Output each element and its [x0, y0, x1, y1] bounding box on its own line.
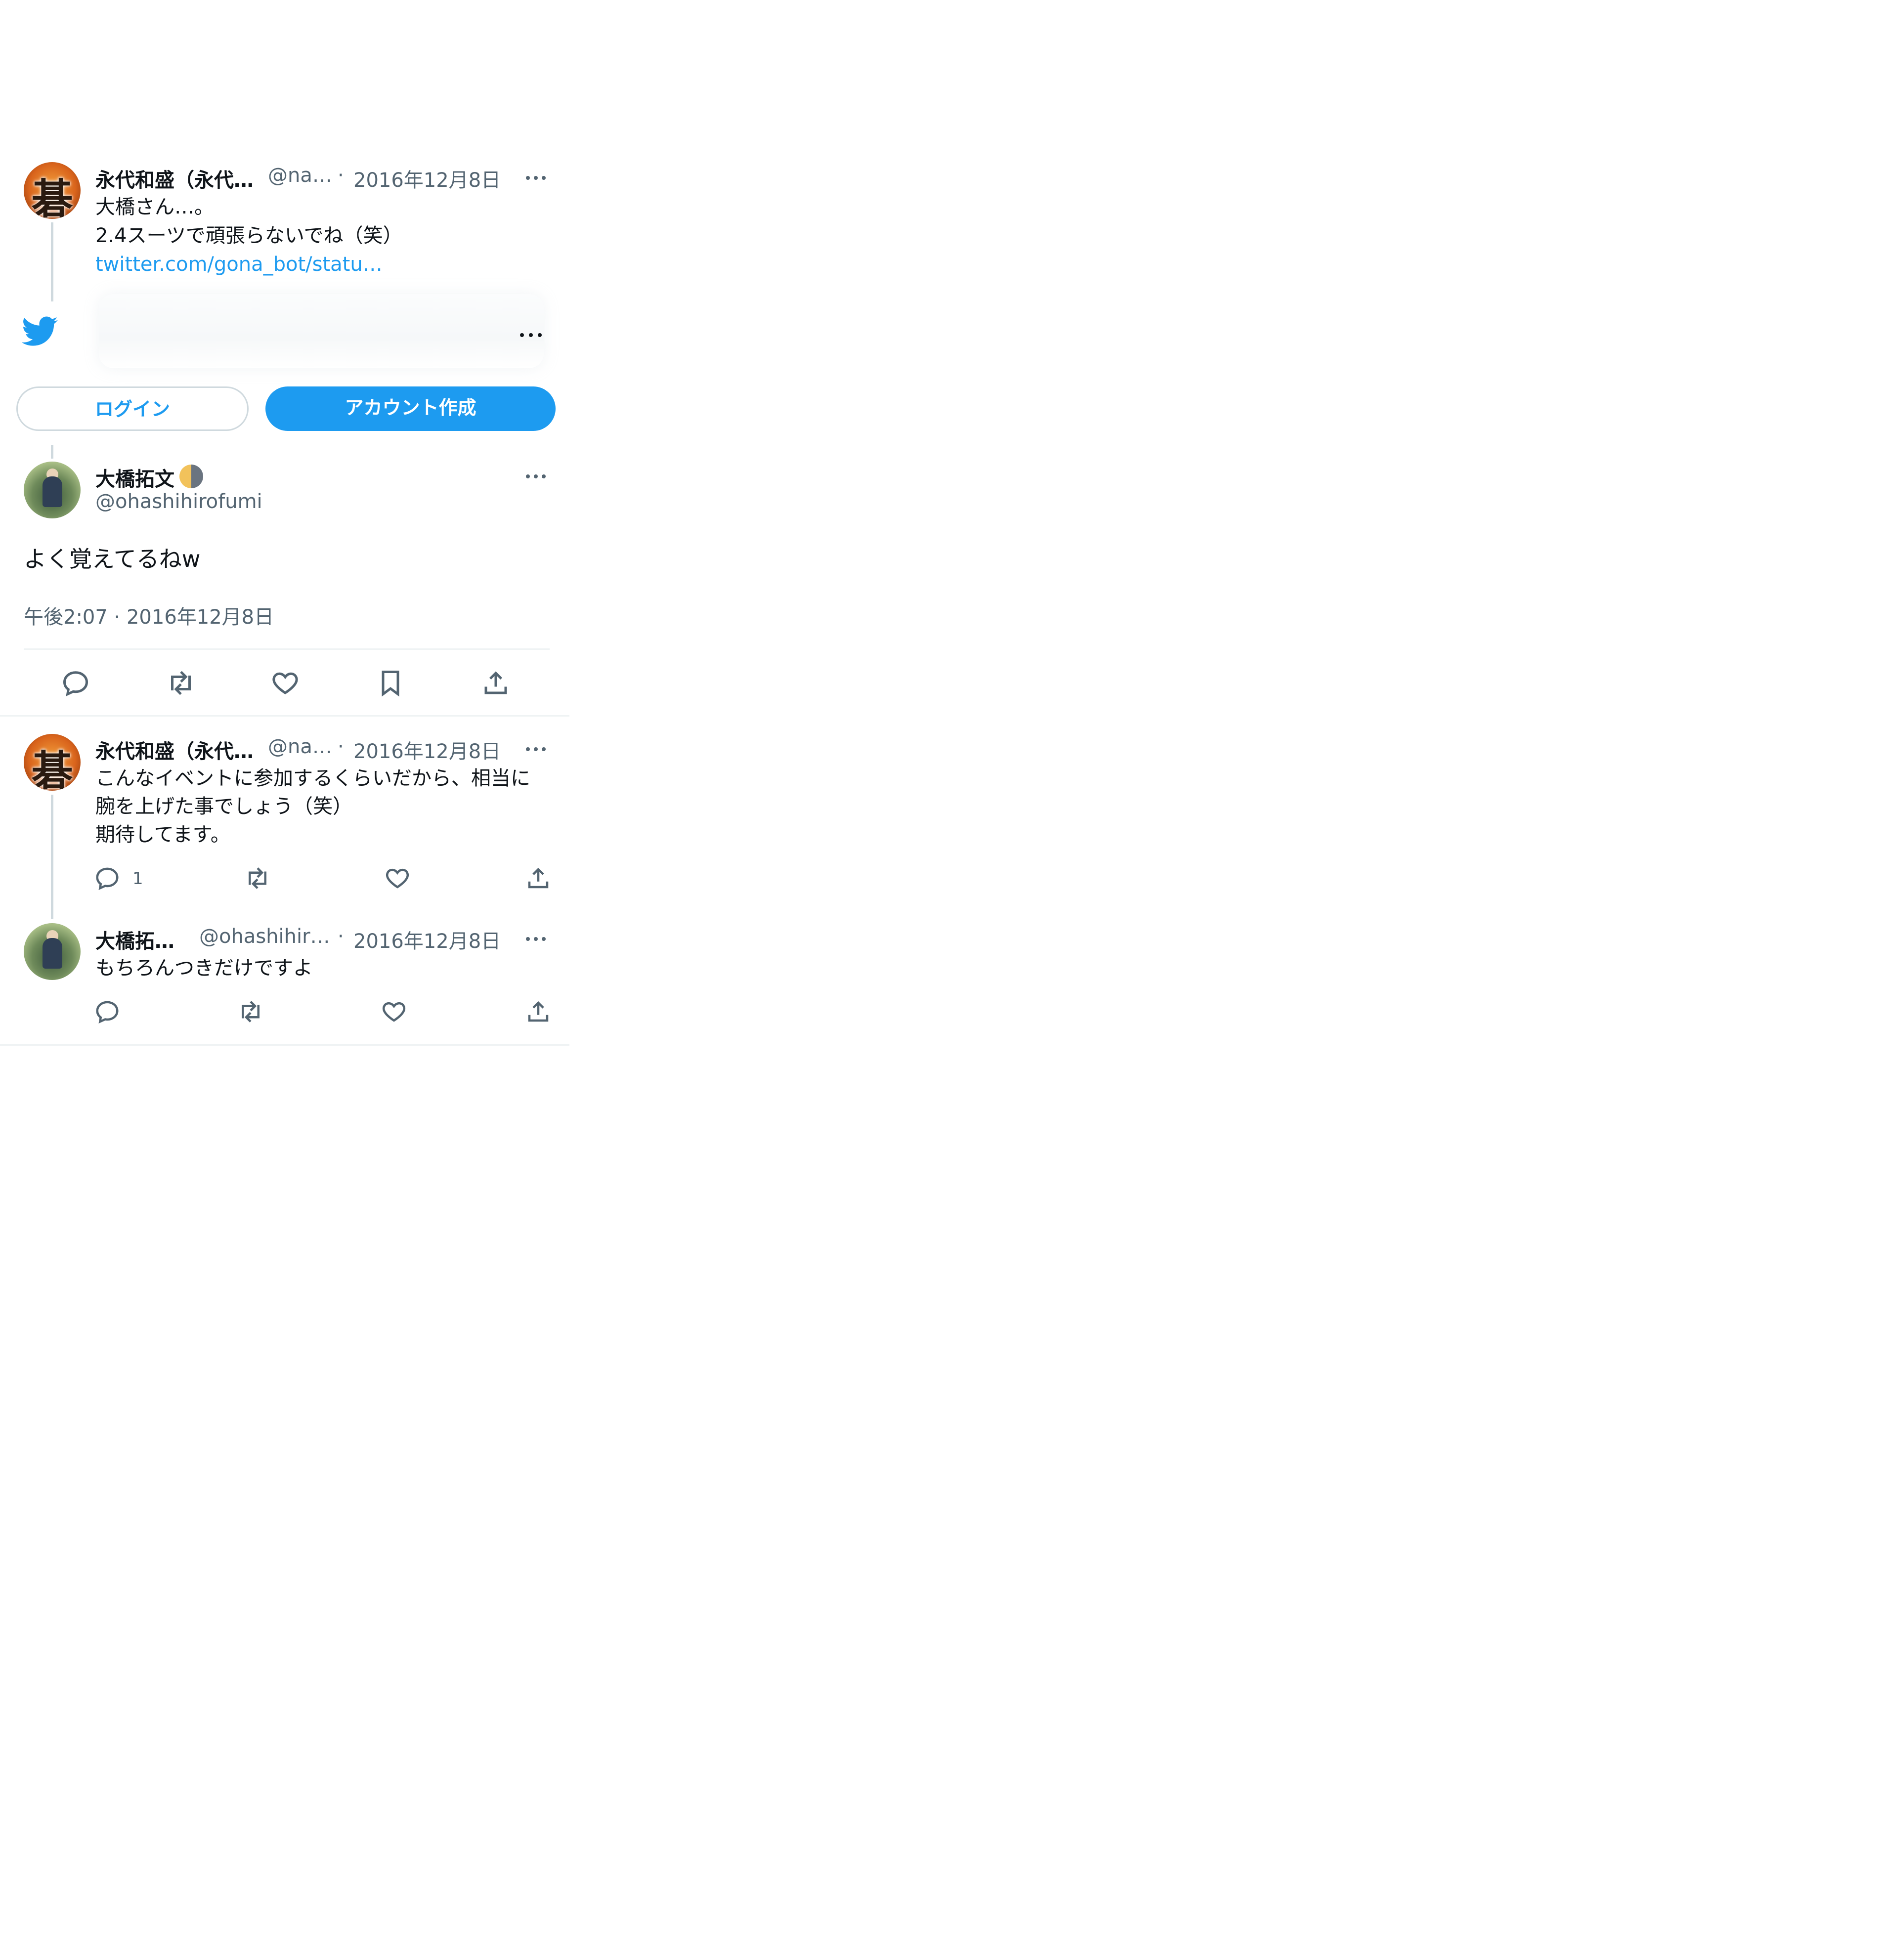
tweet-timestamp[interactable]: 午後2:07 · 2016年12月8日 [24, 601, 274, 630]
reply-icon[interactable] [94, 865, 121, 892]
avatar-nagayo[interactable]: 碁 [24, 734, 81, 791]
like-icon[interactable] [381, 998, 407, 1025]
blurred-quote-card [99, 294, 544, 368]
retweet-icon[interactable] [244, 865, 271, 892]
retweet-icon[interactable] [166, 668, 196, 698]
affiliation-badge-icon [179, 465, 203, 488]
avatar-ohashi[interactable] [24, 462, 81, 518]
tweet-text-line: 大橋さん…。 [95, 196, 214, 218]
thread-line [51, 795, 53, 919]
more-options-icon[interactable] [521, 170, 551, 185]
tweet-text: もちろんつきだけですよ [95, 957, 313, 980]
separator-dot: · [338, 925, 344, 948]
divider [24, 648, 550, 650]
tweet-date[interactable]: 2016年12月8日 [353, 164, 501, 193]
bookmark-icon[interactable] [376, 668, 405, 698]
tweet-date[interactable]: 2016年12月8日 [353, 735, 501, 764]
like-icon[interactable] [270, 668, 300, 698]
reply-icon[interactable] [61, 668, 90, 698]
tweet-text: よく覚えてるねw [24, 546, 201, 572]
more-options-icon[interactable] [517, 327, 547, 342]
signup-button[interactable]: アカウント作成 [265, 386, 556, 431]
author-name[interactable]: 大橋拓… [95, 925, 174, 954]
share-icon[interactable] [525, 865, 552, 892]
tweet-link[interactable]: twitter.com/gona_bot/statu… [95, 250, 383, 279]
more-options-icon[interactable] [521, 931, 551, 946]
divider [0, 1044, 569, 1046]
share-icon[interactable] [525, 998, 552, 1025]
avatar-nagayo[interactable]: 碁 [24, 162, 81, 219]
author-name[interactable]: 大橋拓文 [95, 463, 174, 492]
retweet-icon[interactable] [237, 998, 264, 1025]
tweet-text-line: 期待してます。 [95, 823, 230, 846]
author-handle[interactable]: @na… [268, 735, 332, 758]
reply-count: 1 [132, 869, 143, 889]
share-icon[interactable] [481, 668, 511, 698]
separator-dot: · [338, 735, 344, 758]
thread-line [51, 445, 53, 459]
tweet-text-line: こんなイベントに参加するくらいだから、相当に [95, 767, 530, 790]
divider [0, 715, 569, 717]
more-options-icon[interactable] [521, 469, 551, 483]
avatar-ohashi[interactable] [24, 923, 81, 980]
author-handle[interactable]: @na… [268, 164, 332, 187]
twitter-bird-icon[interactable] [22, 316, 58, 347]
author-name[interactable]: 永代和盛（永代… [95, 735, 254, 764]
more-options-icon[interactable] [521, 741, 551, 756]
thread-line [51, 222, 53, 301]
login-button[interactable]: ログイン [16, 386, 249, 431]
tweet-date[interactable]: 2016年12月8日 [353, 925, 501, 954]
separator-dot: · [338, 164, 344, 187]
tweet-text-line: 腕を上げた事でしょう（笑） [95, 795, 352, 818]
reply-icon[interactable] [94, 998, 121, 1025]
tweet-text-line: 2.4スーツで頑張らないでね（笑） [95, 224, 403, 247]
author-name[interactable]: 永代和盛（永代… [95, 164, 254, 193]
author-handle[interactable]: @ohashihirofumi [95, 490, 262, 513]
like-icon[interactable] [384, 865, 411, 892]
author-handle[interactable]: @ohashihir… [199, 925, 330, 948]
